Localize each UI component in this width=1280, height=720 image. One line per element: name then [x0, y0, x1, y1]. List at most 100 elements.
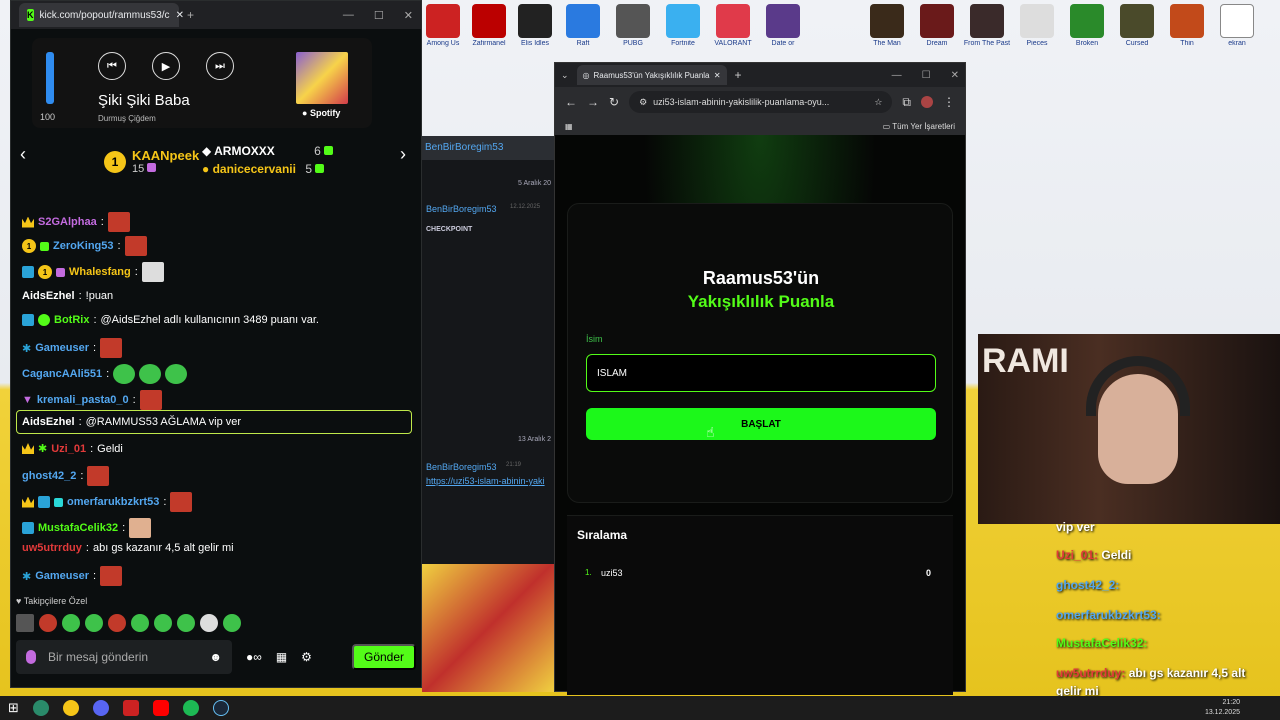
chat-tab[interactable]: K kick.com/popout/rammus53/c ✕	[19, 3, 184, 27]
emote[interactable]	[223, 614, 241, 632]
play-button[interactable]: ▶	[152, 52, 180, 80]
emote	[113, 364, 136, 384]
message-link[interactable]: https://uzi53-islam-abinin-yaki	[426, 476, 545, 486]
close-window-icon[interactable]: ✕	[951, 70, 959, 81]
extensions-icon[interactable]: ⧉	[902, 95, 911, 110]
emote[interactable]	[200, 614, 218, 632]
forward-icon[interactable]: →	[587, 95, 599, 109]
chat-username[interactable]: Gameuser	[35, 342, 89, 354]
desktop-icon[interactable]: From The Past	[962, 4, 1012, 48]
chevron-right-icon[interactable]: ›	[400, 144, 406, 165]
desktop-icon[interactable]: Fortnite	[658, 4, 708, 48]
reload-icon[interactable]: ↻	[609, 95, 619, 109]
desktop-icon[interactable]: Date or	[758, 4, 808, 48]
desktop-icon[interactable]: Pieces	[1012, 4, 1062, 48]
chat-username[interactable]: omerfarukbzkrt53	[67, 496, 159, 508]
windows-start-icon[interactable]: ⊞	[8, 700, 19, 716]
page-title: Raamus53'ün	[702, 268, 820, 288]
gear-icon[interactable]: ⚙	[301, 650, 312, 664]
desktop-icon[interactable]: Broken	[1062, 4, 1112, 48]
discord-icon[interactable]	[92, 700, 109, 716]
chat-username[interactable]: BotRix	[54, 314, 89, 326]
microphone-icon[interactable]	[26, 650, 36, 664]
spotify-icon[interactable]	[182, 700, 199, 716]
new-tab-icon[interactable]: +	[187, 8, 194, 22]
chat-username[interactable]: Uzi_01	[51, 443, 86, 455]
youtube-icon[interactable]	[152, 700, 169, 716]
back-icon[interactable]: ←	[565, 95, 577, 109]
desktop-icon[interactable]: The Man	[862, 4, 912, 48]
chat-username[interactable]: AidsEzhel	[22, 416, 75, 428]
desktop-icon[interactable]: Dream	[912, 4, 962, 48]
chat-username[interactable]: ZeroKing53	[53, 240, 114, 252]
store-icon[interactable]: ▦	[276, 650, 287, 664]
maximize-icon[interactable]: ☐	[922, 70, 931, 81]
emote[interactable]	[108, 614, 126, 632]
middle-tab[interactable]: BenBirBoregim53	[422, 136, 554, 160]
chevron-down-icon[interactable]: ⌄	[561, 70, 569, 81]
chat-username[interactable]: Whalesfang	[69, 266, 131, 278]
ranking-title: Sıralama	[577, 528, 628, 542]
chat-username[interactable]: Gameuser	[35, 570, 89, 582]
emote[interactable]	[177, 614, 195, 632]
desktop-icon[interactable]: Raft	[558, 4, 608, 48]
emote[interactable]	[16, 614, 34, 632]
desktop-icon[interactable]: Zafirmanel	[464, 4, 514, 48]
chat-username[interactable]: uw5utrrduy	[22, 542, 82, 554]
next-track-button[interactable]: ⏭	[206, 52, 234, 80]
chat-message-input[interactable]: Bir mesaj gönderin ☻	[16, 640, 232, 674]
emote[interactable]	[131, 614, 149, 632]
chat-username[interactable]: ghost42_2	[22, 470, 76, 482]
maximize-icon[interactable]: ☐	[374, 9, 384, 22]
chat-username[interactable]: MustafaCelik32	[38, 522, 118, 534]
minimize-icon[interactable]: —	[343, 9, 354, 22]
chrome-icon[interactable]	[62, 700, 79, 716]
chat-text: !puan	[85, 290, 114, 302]
steam-icon[interactable]	[212, 700, 229, 716]
badge-icon: ✱	[38, 443, 48, 455]
desktop-icon[interactable]: VALORANT	[708, 4, 758, 48]
url-field[interactable]: ⚙ uzi53-islam-abinin-yakislilik-puanlama…	[629, 91, 893, 113]
emote[interactable]	[154, 614, 172, 632]
close-icon[interactable]: ✕	[714, 71, 721, 80]
avatar[interactable]	[921, 96, 933, 108]
chat-username[interactable]: AidsEzhel	[22, 290, 75, 302]
apps-icon[interactable]: ▦	[565, 122, 573, 131]
emote	[100, 338, 123, 358]
desktop-icon[interactable]: Thin	[1162, 4, 1212, 48]
emote[interactable]	[39, 614, 57, 632]
star-icon[interactable]: ☆	[874, 97, 882, 108]
close-icon[interactable]: ✕	[176, 10, 184, 21]
site-info-icon[interactable]: ⚙	[639, 97, 647, 108]
chat-username[interactable]: CagancAAli551	[22, 368, 102, 380]
kick-icon: K	[27, 9, 34, 21]
desktop-icon[interactable]: Cursed	[1112, 4, 1162, 48]
chat-username[interactable]: kremali_pasta0_0	[37, 394, 129, 406]
desktop-icon[interactable]: PUBG	[608, 4, 658, 48]
desktop-icon[interactable]: ekran	[1212, 4, 1262, 48]
voicemeeter-icon[interactable]	[122, 700, 139, 716]
chat-username[interactable]: S2GAlphaa	[38, 216, 97, 228]
name-input[interactable]	[586, 354, 936, 392]
chat-text: Geldi	[97, 442, 123, 455]
points-icon[interactable]: ●∞	[246, 650, 262, 664]
send-button[interactable]: Gönder	[352, 644, 416, 670]
close-window-icon[interactable]: ✕	[404, 9, 413, 22]
start-button[interactable]: BAŞLAT	[586, 408, 936, 440]
chat-message: 1 ZeroKing53:	[22, 236, 147, 256]
emote[interactable]	[85, 614, 103, 632]
all-bookmarks[interactable]: ▭ Tüm Yer İşaretleri	[883, 122, 955, 131]
emoji-icon[interactable]: ☻	[209, 650, 222, 664]
desktop-icon[interactable]: Among Us	[418, 4, 468, 48]
chevron-left-icon[interactable]: ‹	[20, 144, 26, 165]
desktop-icon[interactable]: Elis Idles	[510, 4, 560, 48]
gift-badge-icon	[54, 497, 63, 507]
menu-icon[interactable]: ⋮	[943, 95, 955, 109]
app-icon[interactable]	[32, 700, 49, 716]
emote[interactable]	[62, 614, 80, 632]
volume-slider[interactable]	[46, 52, 54, 104]
previous-track-button[interactable]: ⏮	[98, 52, 126, 80]
browser-tab[interactable]: ◎ Raamus53'ün Yakışıklılık Puanla ✕	[576, 65, 727, 85]
minimize-icon[interactable]: —	[892, 70, 902, 81]
new-tab-icon[interactable]: +	[735, 68, 742, 82]
